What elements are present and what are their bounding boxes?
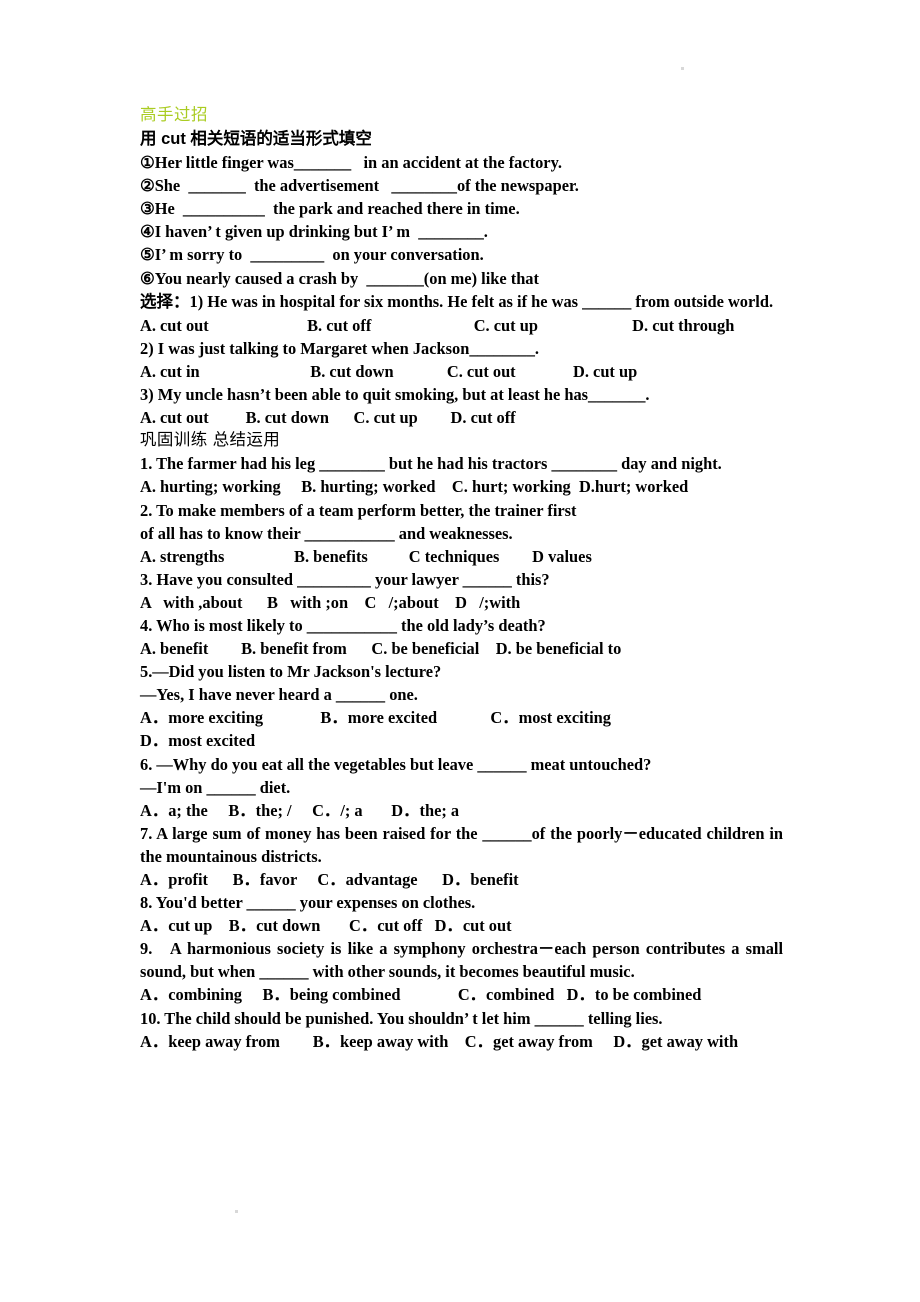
practice-question-2-options: A. strengths B. benefits C techniques D … bbox=[140, 546, 592, 566]
choice-question-3-stem: 3) My uncle hasn’t been able to quit smo… bbox=[140, 385, 650, 405]
practice-question-5-options-cont: D．most excited bbox=[140, 731, 256, 751]
practice-question-4-stem: 4. Who is most likely to ___________ the… bbox=[140, 615, 546, 635]
practice-question-5-options: A．more exciting B．more excited C．most ex… bbox=[140, 708, 611, 728]
practice-question-7-options: A．profit B．favor C．advantage D．benefit bbox=[140, 870, 519, 889]
page-artifact-bottom bbox=[235, 1210, 238, 1213]
choice-question-2-options: A. cut in B. cut down C. cut out D. cut … bbox=[140, 361, 638, 381]
choice-question-2-stem: 2) I was just talking to Margaret when J… bbox=[140, 338, 539, 358]
section-title-gaoshouguozhao: 高手过招 bbox=[140, 106, 208, 124]
practice-question-9-options: A．combining B．being combined C．combined … bbox=[140, 985, 702, 1005]
choice-question-1-options: A. cut out B. cut off C. cut up D. cut t… bbox=[140, 315, 735, 335]
fill-in-item-6: ⑥You nearly caused a crash by _______(on… bbox=[140, 268, 539, 288]
instruction-text: 用 cut 相关短语的适当形式填空 bbox=[140, 130, 372, 148]
practice-question-3-stem: 3. Have you consulted _________ your law… bbox=[140, 569, 550, 589]
practice-question-10-options: A．keep away from B．keep away with C．get … bbox=[140, 1031, 739, 1051]
practice-question-6-stem: 6. —Why do you eat all the vegetables bu… bbox=[140, 754, 652, 774]
practice-question-5-stem-cont: —Yes, I have never heard a ______ one. bbox=[140, 685, 418, 705]
practice-question-2-stem-cont: of all has to know their ___________ and… bbox=[140, 523, 513, 543]
practice-question-5-stem: 5.—Did you listen to Mr Jackson's lectur… bbox=[140, 662, 442, 682]
practice-question-9-stem: 9. A harmonious society is like a sympho… bbox=[140, 939, 788, 982]
practice-question-6-stem-cont: —I'm on ______ diet. bbox=[140, 777, 291, 797]
choice-question-1-text: 1) He was in hospital for six months. He… bbox=[189, 291, 774, 311]
practice-question-2-stem: 2. To make members of a team perform bet… bbox=[140, 500, 577, 520]
fill-in-item-5: ⑤I’ m sorry to _________ on your convers… bbox=[140, 245, 484, 265]
fill-in-item-3: ③He __________ the park and reached ther… bbox=[140, 199, 520, 219]
practice-question-4-options: A. benefit B. benefit from C. be benefic… bbox=[140, 639, 622, 659]
choice-section-label: 选择： bbox=[140, 292, 190, 311]
page-artifact-top bbox=[681, 67, 684, 70]
fill-in-item-1: ①Her little finger was_______ in an acci… bbox=[140, 153, 562, 173]
document-content: 高手过招 用 cut 相关短语的适当形式填空 ①Her little finge… bbox=[140, 104, 783, 1053]
practice-question-1-stem: 1. The farmer had his leg ________ but h… bbox=[140, 454, 722, 474]
section-title-gonggu-xunlian: 巩固训练 总结运用 bbox=[140, 431, 281, 450]
practice-question-8-stem: 8. You'd better ______ your expenses on … bbox=[140, 893, 476, 913]
practice-question-7-stem: 7. A large sum of money has been raised … bbox=[140, 823, 788, 866]
choice-question-3-options: A. cut out B. cut down C. cut up D. cut … bbox=[140, 408, 516, 428]
document-page: 高手过招 用 cut 相关短语的适当形式填空 ①Her little finge… bbox=[0, 0, 920, 1302]
practice-question-8-options: A．cut up B．cut down C．cut off D．cut out bbox=[140, 916, 512, 936]
fill-in-item-2: ②She _______ the advertisement ________o… bbox=[140, 176, 579, 196]
fill-in-item-4: ④I haven’ t given up drinking but I’ m _… bbox=[140, 222, 488, 242]
choice-question-1-stem: 选择：1) He was in hospital for six months.… bbox=[140, 290, 783, 314]
practice-question-3-options: A with ,about B with ;on C /;about D /;w… bbox=[140, 592, 521, 612]
practice-question-10-stem: 10. The child should be punished. You sh… bbox=[140, 1008, 663, 1028]
practice-question-1-options: A. hurting; working B. hurting; worked C… bbox=[140, 477, 689, 497]
instruction-line: 用 cut 相关短语的适当形式填空 bbox=[140, 127, 783, 151]
practice-question-6-options: A．a; the B．the; / C．/; a D．the; a bbox=[140, 800, 460, 820]
